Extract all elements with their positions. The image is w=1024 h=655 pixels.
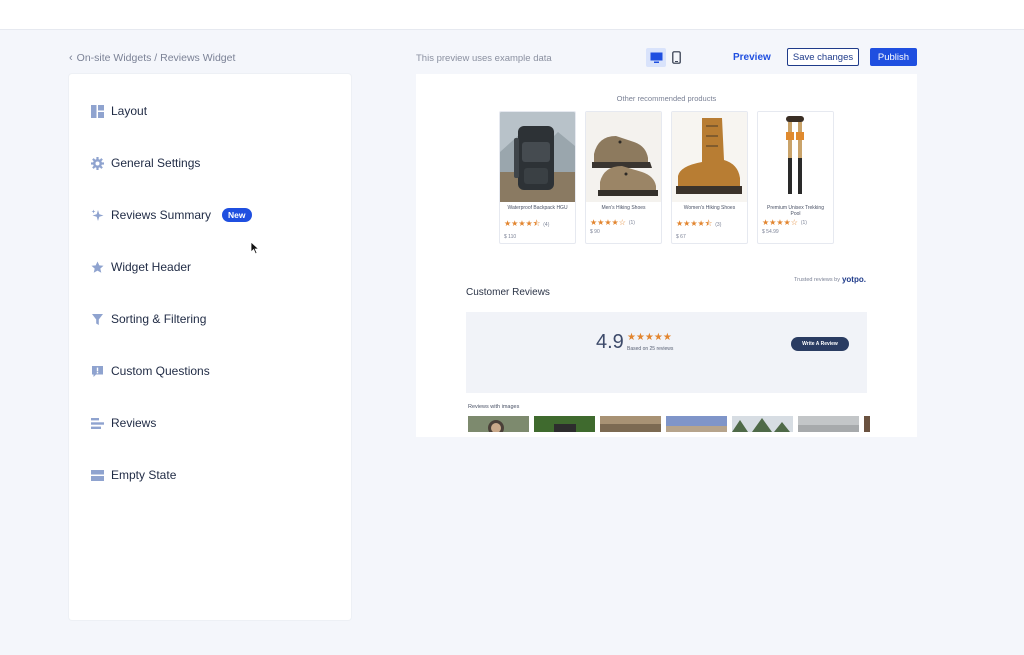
review-image[interactable] [468, 416, 529, 432]
new-badge: New [222, 208, 252, 222]
sidebar-item-label: Reviews Summary [111, 208, 212, 222]
sidebar-item-label: Sorting & Filtering [111, 312, 207, 326]
reviews-summary-box: 4.9 ★★★★★ Based on 25 reviews Write A Re… [466, 312, 867, 393]
sidebar-item-reviews[interactable]: Reviews [91, 416, 156, 430]
product-image [672, 112, 747, 202]
sidebar-item-custom-questions[interactable]: Custom Questions [91, 364, 210, 378]
desktop-view-button[interactable] [646, 48, 666, 67]
sidebar-item-layout[interactable]: Layout [91, 104, 147, 118]
customer-reviews-title: Customer Reviews [466, 287, 550, 298]
product-stars: ★★★★☆ (1) [758, 218, 833, 227]
product-card[interactable]: Premium Unisex Trekking Pool ★★★★☆ (1) $ … [757, 111, 834, 244]
product-price: $ 90 [590, 229, 600, 235]
sidebar-item-label: Empty State [111, 468, 177, 482]
sidebar-item-label: Reviews [111, 416, 157, 430]
review-image[interactable] [600, 416, 661, 432]
product-price: $ 67 [676, 234, 686, 240]
mouse-cursor-icon [250, 241, 260, 255]
review-image[interactable] [864, 416, 870, 432]
preview-note: This preview uses example data [416, 53, 552, 64]
review-image[interactable] [798, 416, 859, 432]
review-images-strip [468, 416, 870, 432]
star-rating-icon: ★★★★⯪ [676, 219, 713, 228]
sidebar-item-empty-state[interactable]: Empty State [91, 468, 176, 482]
list-icon [91, 417, 104, 430]
write-review-button[interactable]: Write A Review [791, 337, 849, 351]
filter-icon [91, 313, 104, 326]
settings-sidebar: Layout General Settings Reviews Summary … [69, 74, 351, 620]
sidebar-item-label: Custom Questions [111, 364, 210, 378]
mobile-view-button[interactable] [666, 48, 686, 67]
sidebar-item-label: General Settings [111, 156, 201, 170]
star-rating-icon: ★★★★☆ [590, 218, 626, 227]
product-image [500, 112, 575, 202]
sidebar-item-general-settings[interactable]: General Settings [91, 156, 200, 170]
breadcrumb-text[interactable]: On-site Widgets / Reviews Widget [77, 52, 236, 64]
review-count: (4) [543, 222, 550, 228]
widget-preview-canvas: Other recommended products Waterproof Ba… [416, 74, 917, 437]
product-name: Women's Hiking Shoes [683, 205, 736, 211]
product-card[interactable]: Women's Hiking Shoes ★★★★⯪ (3) $ 67 [671, 111, 748, 244]
review-count: (1) [628, 219, 635, 226]
product-image [586, 112, 661, 202]
product-price: $ 54.99 [762, 229, 779, 235]
product-stars: ★★★★⯪ (4) [500, 218, 575, 232]
sidebar-item-label: Widget Header [111, 260, 192, 274]
review-count: (3) [715, 222, 722, 228]
yotpo-logo: yotpo. [841, 275, 866, 284]
publish-button[interactable]: Publish [870, 48, 917, 66]
sidebar-item-label: Layout [111, 104, 148, 118]
product-name: Waterproof Backpack HGU [507, 205, 568, 211]
review-image[interactable] [534, 416, 595, 432]
average-rating: 4.9 [596, 331, 624, 353]
layout-icon [91, 104, 104, 118]
breadcrumb[interactable]: ‹ On-site Widgets / Reviews Widget [69, 52, 235, 64]
summary-stars-icon: ★★★★★ [627, 332, 672, 343]
desktop-icon [650, 52, 662, 63]
reviews-with-images-label: Reviews with images [468, 404, 520, 410]
sparkle-icon [91, 209, 104, 222]
gear-icon [91, 156, 104, 170]
review-image[interactable] [732, 416, 793, 432]
product-name: Men's Hiking Shoes [601, 205, 646, 211]
star-rating-icon: ★★★★☆ [762, 218, 798, 227]
star-rating-icon: ★★★★⯪ [504, 219, 541, 228]
review-count: (1) [800, 219, 807, 226]
product-image [758, 112, 833, 202]
review-image[interactable] [666, 416, 727, 432]
product-card[interactable]: Men's Hiking Shoes ★★★★☆ (1) $ 90 [585, 111, 662, 244]
sidebar-item-widget-header[interactable]: Widget Header [91, 260, 191, 274]
product-card[interactable]: Waterproof Backpack HGU ★★★★⯪ (4) $ 110 [499, 111, 576, 244]
product-stars: ★★★★☆ (1) [586, 218, 661, 227]
trusted-text: Trusted reviews by [794, 276, 840, 283]
mobile-icon [671, 51, 681, 64]
based-on-text: Based on 25 reviews [627, 346, 674, 352]
sidebar-item-reviews-summary[interactable]: Reviews Summary New [91, 208, 252, 222]
empty-state-icon [91, 469, 104, 482]
recommended-title: Other recommended products [616, 94, 717, 103]
star-icon [91, 261, 104, 274]
product-name: Premium Unisex Trekking Pool [767, 205, 824, 217]
top-bar [0, 0, 1024, 30]
product-stars: ★★★★⯪ (3) [672, 218, 747, 232]
product-price: $ 110 [504, 234, 517, 240]
save-changes-button[interactable]: Save changes [787, 48, 859, 66]
sidebar-item-sorting-filtering[interactable]: Sorting & Filtering [91, 312, 206, 326]
trusted-reviews: Trusted reviews by yotpo. [794, 275, 866, 284]
chevron-left-icon[interactable]: ‹ [69, 52, 73, 64]
preview-link[interactable]: Preview [733, 52, 771, 63]
question-bubble-icon [91, 365, 104, 378]
